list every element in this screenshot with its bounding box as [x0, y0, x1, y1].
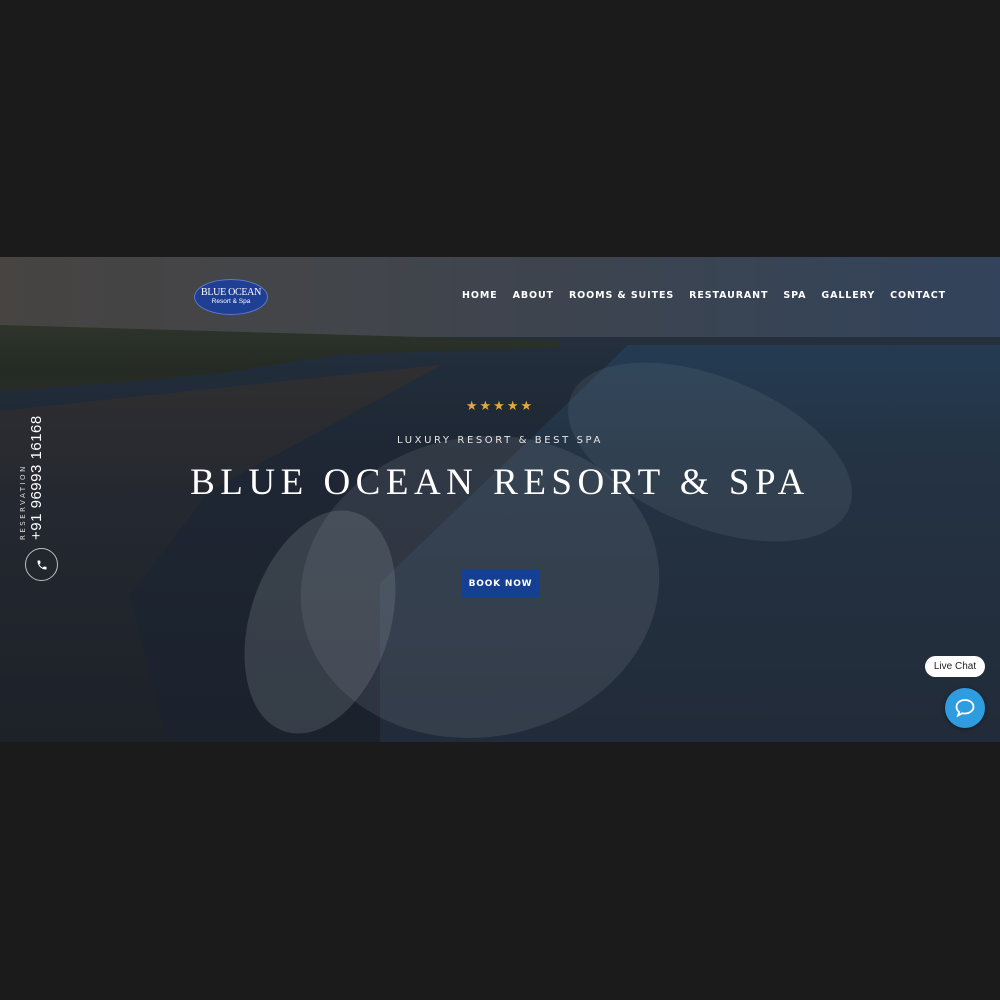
phone-call-button[interactable] [25, 548, 58, 581]
nav-restaurant[interactable]: RESTAURANT [689, 290, 768, 301]
nav-spa[interactable]: SPA [783, 290, 806, 301]
live-chat-button[interactable] [945, 688, 985, 728]
nav-home[interactable]: HOME [462, 290, 498, 301]
reservation-phone[interactable]: +91 96993 16168 [28, 400, 46, 540]
nav-about[interactable]: ABOUT [513, 290, 554, 301]
book-now-button[interactable]: BOOK NOW [461, 569, 540, 598]
chat-bubble-icon [955, 699, 975, 718]
main-nav: HOME ABOUT ROOMS & SUITES RESTAURANT SPA… [462, 290, 946, 301]
logo-subtitle: Resort & Spa [211, 298, 251, 305]
phone-icon [37, 560, 46, 569]
reservation-label: RESERVATION [19, 464, 27, 540]
live-chat-label[interactable]: Live Chat [925, 656, 985, 677]
star-rating: ★★★★★ [465, 398, 535, 413]
nav-gallery[interactable]: GALLERY [821, 290, 875, 301]
site-logo[interactable]: BLUE OCEAN Resort & Spa [194, 279, 268, 315]
hero-tagline: LUXURY RESORT & BEST SPA [397, 435, 603, 446]
nav-contact[interactable]: CONTACT [890, 290, 946, 301]
hero-title: BLUE OCEAN RESORT & SPA [190, 462, 810, 503]
logo-wordmark: BLUE OCEAN [200, 287, 262, 298]
nav-rooms-suites[interactable]: ROOMS & SUITES [569, 290, 674, 301]
hero-section: BLUE OCEAN Resort & Spa HOME ABOUT ROOMS… [0, 257, 1000, 742]
reservation-block: RESERVATION +91 96993 16168 [18, 400, 58, 540]
